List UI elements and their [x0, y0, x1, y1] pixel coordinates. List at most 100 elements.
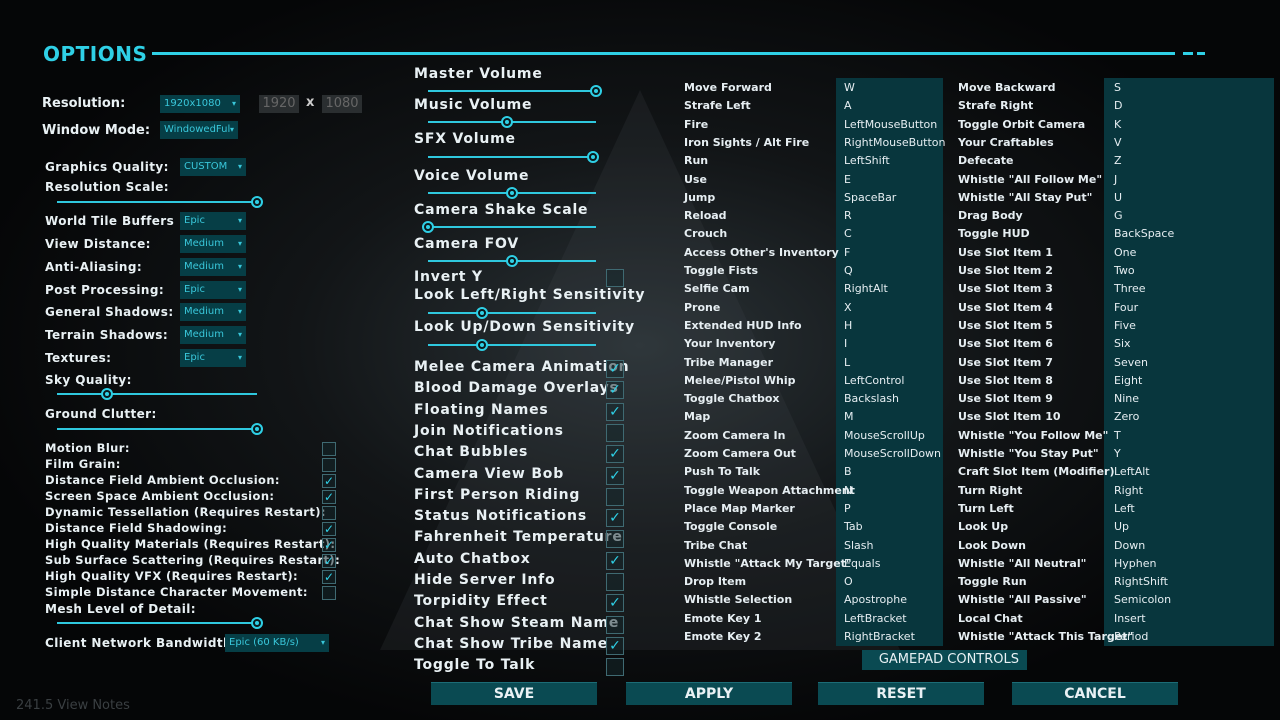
- keybind-key[interactable]: Up: [1114, 520, 1129, 533]
- keybind-action[interactable]: Place Map Marker: [684, 502, 795, 515]
- left-slider-knob[interactable]: [251, 617, 263, 629]
- keybind-action[interactable]: Iron Sights / Alt Fire: [684, 136, 809, 149]
- keybind-key[interactable]: U: [1114, 191, 1122, 204]
- graphics-setting-dropdown[interactable]: Epic ▾: [180, 281, 246, 299]
- keybind-action[interactable]: Use Slot Item 2: [958, 264, 1053, 277]
- mid-slider-track[interactable]: [428, 156, 596, 158]
- keybind-action[interactable]: Access Other's Inventory: [684, 246, 839, 259]
- option-checkbox[interactable]: ✓: [606, 466, 624, 485]
- keybind-action[interactable]: Tribe Chat: [684, 539, 747, 552]
- resolution-dropdown[interactable]: 1920x1080 ▾: [160, 95, 240, 113]
- invert-y-checkbox[interactable]: [606, 269, 624, 287]
- keybind-key[interactable]: T: [1114, 429, 1121, 442]
- graphics-checkbox[interactable]: [322, 506, 336, 520]
- keybind-action[interactable]: Use Slot Item 8: [958, 374, 1053, 387]
- graphics-checkbox[interactable]: [322, 458, 336, 472]
- mid-slider-track[interactable]: [428, 226, 596, 228]
- keybind-action[interactable]: Local Chat: [958, 612, 1023, 625]
- keybind-action[interactable]: Use Slot Item 10: [958, 410, 1061, 423]
- keybind-action[interactable]: Use Slot Item 5: [958, 319, 1053, 332]
- keybind-key[interactable]: Backslash: [844, 392, 899, 405]
- left-slider-knob[interactable]: [251, 423, 263, 435]
- keybind-action[interactable]: Whistle "Attack My Target": [684, 557, 852, 570]
- keybind-key[interactable]: Slash: [844, 539, 873, 552]
- graphics-checkbox[interactable]: ✓: [322, 474, 336, 488]
- keybind-key[interactable]: Tab: [844, 520, 863, 533]
- keybind-action[interactable]: Craft Slot Item (Modifier): [958, 465, 1114, 478]
- keybind-key[interactable]: S: [1114, 81, 1121, 94]
- left-slider-track[interactable]: [57, 201, 257, 203]
- keybind-action[interactable]: Use Slot Item 4: [958, 301, 1053, 314]
- keybind-action[interactable]: Melee/Pistol Whip: [684, 374, 796, 387]
- keybind-action[interactable]: Fire: [684, 118, 708, 131]
- option-checkbox[interactable]: [606, 658, 624, 677]
- keybind-action[interactable]: Map: [684, 410, 710, 423]
- keybind-key[interactable]: E: [844, 173, 851, 186]
- mid-slider-knob[interactable]: [506, 187, 518, 199]
- keybind-action[interactable]: Defecate: [958, 154, 1014, 167]
- keybind-key[interactable]: MouseScrollDown: [844, 447, 941, 460]
- graphics-checkbox[interactable]: [322, 586, 336, 600]
- keybind-action[interactable]: Jump: [684, 191, 715, 204]
- option-checkbox[interactable]: ✓: [606, 381, 624, 400]
- keybind-action[interactable]: Your Craftables: [958, 136, 1054, 149]
- keybind-action[interactable]: Whistle "All Passive": [958, 593, 1087, 606]
- keybind-key[interactable]: Left: [1114, 502, 1135, 515]
- keybind-action[interactable]: Extended HUD Info: [684, 319, 802, 332]
- keybind-key[interactable]: Z: [1114, 154, 1122, 167]
- keybind-key[interactable]: Equals: [844, 557, 880, 570]
- keybind-key[interactable]: MouseScrollUp: [844, 429, 925, 442]
- keybind-action[interactable]: Toggle HUD: [958, 227, 1030, 240]
- keybind-key[interactable]: LeftShift: [844, 154, 890, 167]
- window-mode-dropdown[interactable]: WindowedFul ▾: [160, 121, 238, 139]
- keybind-key[interactable]: SpaceBar: [844, 191, 896, 204]
- keybind-key[interactable]: Y: [1114, 447, 1121, 460]
- keybind-key[interactable]: I: [844, 337, 847, 350]
- keybind-key[interactable]: F: [844, 246, 850, 259]
- keybind-key[interactable]: Q: [844, 264, 853, 277]
- sensitivity-slider-knob[interactable]: [476, 339, 488, 351]
- keybind-key[interactable]: Seven: [1114, 356, 1148, 369]
- keybind-key[interactable]: Five: [1114, 319, 1136, 332]
- keybind-key[interactable]: P: [844, 502, 851, 515]
- keybind-action[interactable]: Turn Left: [958, 502, 1014, 515]
- graphics-setting-dropdown[interactable]: Epic ▾: [180, 212, 246, 230]
- save-button[interactable]: SAVE: [431, 682, 597, 705]
- mid-slider-knob[interactable]: [587, 151, 599, 163]
- keybind-action[interactable]: Whistle "You Follow Me": [958, 429, 1108, 442]
- graphics-setting-dropdown[interactable]: Medium ▾: [180, 258, 246, 276]
- cancel-button[interactable]: CANCEL: [1012, 682, 1178, 705]
- option-checkbox[interactable]: [606, 615, 624, 634]
- option-checkbox[interactable]: ✓: [606, 402, 624, 421]
- keybind-action[interactable]: Zoom Camera In: [684, 429, 785, 442]
- keybind-key[interactable]: N: [844, 484, 852, 497]
- keybind-action[interactable]: Whistle "Attack This Target": [958, 630, 1133, 643]
- option-checkbox[interactable]: [606, 530, 624, 549]
- keybind-key[interactable]: Down: [1114, 539, 1145, 552]
- keybind-action[interactable]: Toggle Chatbox: [684, 392, 780, 405]
- keybind-key[interactable]: Right: [1114, 484, 1143, 497]
- graphics-setting-dropdown[interactable]: CUSTOM ▾: [180, 158, 246, 176]
- keybind-key[interactable]: C: [844, 227, 852, 240]
- mid-slider-knob[interactable]: [590, 85, 602, 97]
- keybind-key[interactable]: D: [1114, 99, 1122, 112]
- keybind-key[interactable]: Zero: [1114, 410, 1139, 423]
- keybind-action[interactable]: Tribe Manager: [684, 356, 773, 369]
- keybind-key[interactable]: J: [1114, 173, 1117, 186]
- keybind-key[interactable]: Four: [1114, 301, 1138, 314]
- graphics-checkbox[interactable]: ✓: [322, 538, 336, 552]
- sensitivity-slider-track[interactable]: [428, 312, 596, 314]
- mid-slider-knob[interactable]: [506, 255, 518, 267]
- keybind-key[interactable]: L: [844, 356, 850, 369]
- mid-slider-knob[interactable]: [501, 116, 513, 128]
- keybind-key[interactable]: B: [844, 465, 852, 478]
- resolution-height-input[interactable]: 1080: [322, 95, 362, 113]
- keybind-key[interactable]: LeftBracket: [844, 612, 907, 625]
- reset-button[interactable]: RESET: [818, 682, 984, 705]
- graphics-setting-dropdown[interactable]: Medium ▾: [180, 303, 246, 321]
- keybind-key[interactable]: M: [844, 410, 854, 423]
- option-checkbox[interactable]: [606, 423, 624, 442]
- keybind-action[interactable]: Use Slot Item 6: [958, 337, 1053, 350]
- keybind-key[interactable]: H: [844, 319, 852, 332]
- keybind-action[interactable]: Drop Item: [684, 575, 746, 588]
